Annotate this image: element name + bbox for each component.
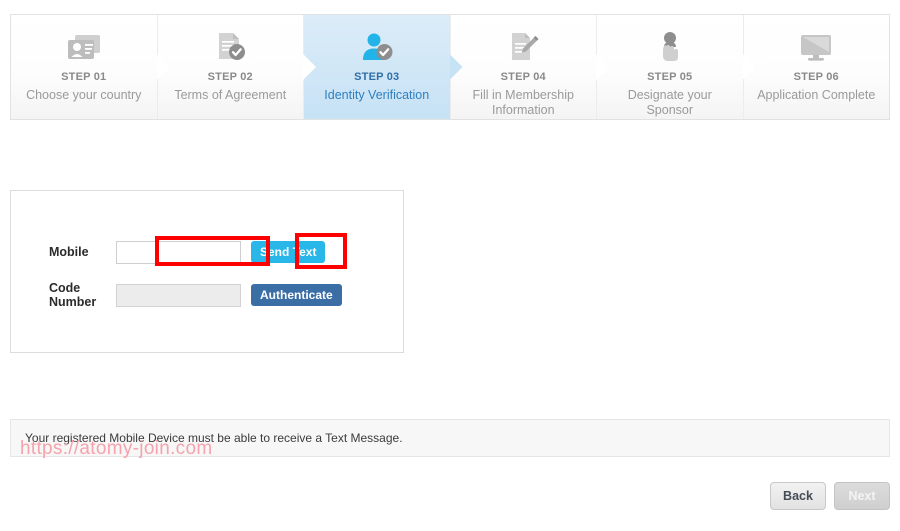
mobile-row: Mobile Send Text (11, 239, 403, 265)
next-button[interactable]: Next (834, 482, 890, 510)
step-label: Application Complete (757, 88, 876, 102)
code-number-label: Code Number (49, 281, 97, 309)
step-chevron-notch (156, 54, 170, 80)
authenticate-button[interactable]: Authenticate (251, 284, 342, 306)
step-label: Fill in Membership Information (472, 88, 574, 117)
step-item-6[interactable]: STEP 06 Application Complete (742, 15, 889, 119)
step-number: STEP 02 (207, 71, 253, 83)
step-chevron-notch (596, 54, 609, 80)
step-number: STEP 01 (61, 71, 107, 83)
step-chevron-notch (303, 54, 316, 80)
code-number-row: Code Number Authenticate (11, 281, 403, 309)
person-check-icon (359, 27, 395, 67)
step-number: STEP 05 (647, 71, 693, 83)
step-item-1[interactable]: STEP 01 Choose your country (11, 15, 158, 119)
id-card-icon (66, 27, 102, 67)
step-item-4[interactable]: STEP 04 Fill in Membership Information (449, 15, 597, 119)
step-item-2[interactable]: STEP 02 Terms of Agreement (156, 15, 304, 119)
step-label: Identity Verification (324, 88, 430, 102)
step-label: Terms of Agreement (174, 88, 287, 102)
mobile-input[interactable] (116, 240, 241, 264)
document-check-icon (212, 27, 248, 67)
document-pencil-icon (505, 27, 541, 67)
code-number-input[interactable] (116, 283, 241, 307)
step-label: Designate your Sponsor (627, 88, 712, 117)
step-item-5[interactable]: STEP 05 Designate your Sponsor (596, 15, 744, 119)
step-progress-bar: STEP 01 Choose your country STEP 02 Term… (10, 14, 890, 120)
notice-text: Your registered Mobile Device must be ab… (25, 431, 403, 445)
step-chevron-notch (742, 54, 756, 80)
mobile-label: Mobile (49, 245, 89, 259)
hand-person-icon (653, 27, 687, 67)
back-button[interactable]: Back (770, 482, 826, 510)
monitor-icon (797, 27, 835, 67)
footer-navigation: Back Next (770, 482, 890, 510)
step-number: STEP 06 (793, 71, 839, 83)
notice-bar: Your registered Mobile Device must be ab… (10, 419, 890, 457)
identity-verification-form: Mobile Send Text Code Number Authenticat… (10, 190, 404, 353)
step-item-3[interactable]: STEP 03 Identity Verification (303, 15, 463, 119)
step-number: STEP 04 (500, 71, 546, 83)
step-number: STEP 03 (354, 71, 400, 83)
send-text-button[interactable]: Send Text (251, 241, 326, 263)
step-label: Choose your country (26, 88, 142, 102)
